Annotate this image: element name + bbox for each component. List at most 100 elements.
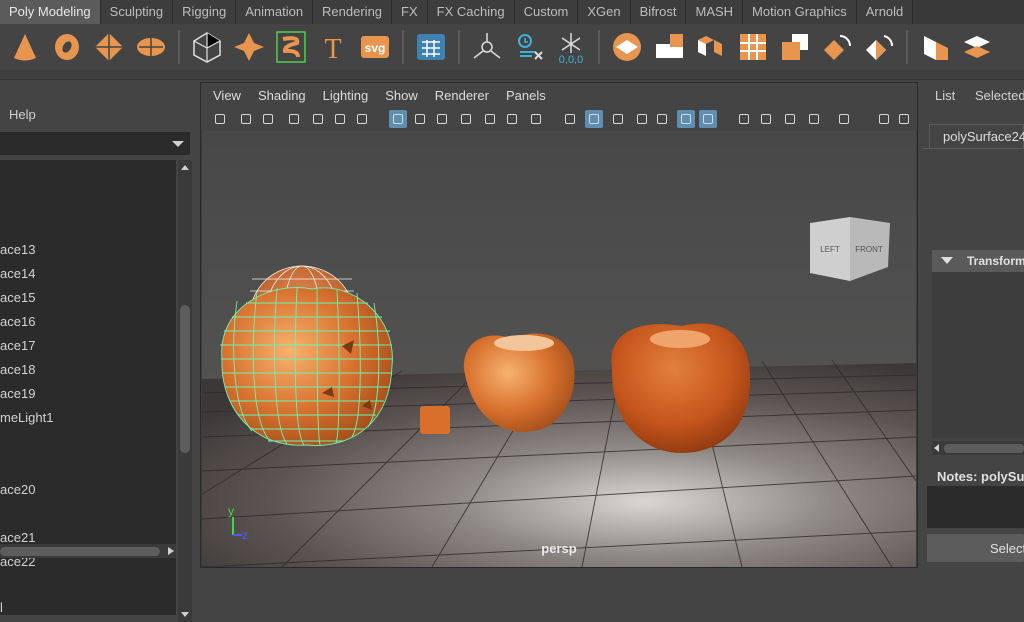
shelf-tab[interactable]: Rigging — [173, 0, 237, 24]
type-text-icon[interactable]: T — [316, 30, 350, 64]
bridge-icon[interactable] — [960, 30, 994, 64]
attr-tab-list[interactable]: List — [935, 88, 955, 103]
viewport-menu-panels[interactable]: Panels — [506, 88, 546, 103]
move-tool-icon[interactable] — [512, 30, 546, 64]
mirror-icon[interactable] — [862, 30, 896, 64]
grease-pencil-icon[interactable] — [353, 110, 371, 128]
outliner-item[interactable]: meLight1 — [0, 408, 53, 428]
shelf-tab[interactable]: Animation — [236, 0, 314, 24]
lighting-icon[interactable] — [677, 110, 695, 128]
shelf-tab[interactable]: Rendering — [313, 0, 393, 24]
image-plane-icon[interactable] — [309, 110, 327, 128]
shelf-tab[interactable]: Motion Graphics — [743, 0, 857, 24]
wireframe-icon[interactable] — [561, 110, 579, 128]
safe-action-icon[interactable] — [503, 110, 521, 128]
disc-icon[interactable] — [134, 30, 168, 64]
scrollbar-thumb[interactable] — [180, 305, 190, 453]
notes-field[interactable] — [927, 486, 1024, 528]
merge-icon[interactable] — [778, 30, 812, 64]
super-shape-icon[interactable] — [274, 30, 308, 64]
field-chart-icon-glyph — [485, 114, 495, 124]
snowflake-icon[interactable]: 0,0,0 — [554, 30, 588, 64]
bevel-icon[interactable] — [918, 30, 952, 64]
safe-title-icon[interactable] — [527, 110, 545, 128]
bookmark-icon[interactable] — [285, 110, 303, 128]
node-tab[interactable]: polySurface24 — [929, 124, 1024, 148]
shelf-tab[interactable]: Sculpting — [100, 0, 174, 24]
smooth-shade-icon[interactable] — [585, 110, 603, 128]
outliner-filter-dropdown[interactable] — [0, 132, 190, 155]
menu-help[interactable]: Help — [9, 107, 36, 122]
outliner-item[interactable]: ace20 — [0, 480, 35, 500]
ambient-occlusion-icon[interactable] — [735, 110, 753, 128]
scrollbar-thumb[interactable] — [0, 547, 160, 556]
depth-of-field-icon[interactable] — [805, 110, 823, 128]
xray-icon[interactable] — [875, 110, 893, 128]
shelf-tab[interactable]: FX Caching — [427, 0, 515, 24]
cone-icon[interactable] — [8, 30, 42, 64]
shelf-tab[interactable]: Bifrost — [630, 0, 687, 24]
shelf-tab[interactable]: FX — [392, 0, 428, 24]
outliner-item[interactable]: ace13 — [0, 240, 35, 260]
viewport-menu-lighting[interactable]: Lighting — [323, 88, 369, 103]
svg-text:0,0,0: 0,0,0 — [559, 54, 583, 64]
viewport-menu-renderer[interactable]: Renderer — [435, 88, 489, 103]
shaded-wireframe-icon[interactable] — [633, 110, 651, 128]
select-button[interactable]: Select — [927, 534, 1024, 562]
shelf-tab[interactable]: Arnold — [856, 0, 914, 24]
outliner-vertical-scrollbar[interactable] — [178, 160, 192, 622]
diamond-icon[interactable] — [92, 30, 126, 64]
smooth-icon[interactable] — [820, 30, 854, 64]
anti-aliasing-icon[interactable] — [781, 110, 799, 128]
textured-icon[interactable] — [653, 110, 671, 128]
viewport-menu-show[interactable]: Show — [385, 88, 418, 103]
select-camera-icon[interactable] — [211, 110, 229, 128]
camera-attributes-icon[interactable] — [259, 110, 277, 128]
safe-action-icon-glyph — [507, 114, 517, 124]
gate-mask-icon[interactable] — [457, 110, 475, 128]
shelf-tab[interactable]: XGen — [578, 0, 631, 24]
outliner-item[interactable]: ace19 — [0, 384, 35, 404]
torus-icon[interactable] — [50, 30, 84, 64]
viewport-menu-shading[interactable]: Shading — [258, 88, 306, 103]
xray-joints-icon[interactable] — [895, 110, 913, 128]
shelf-tab[interactable]: MASH — [686, 0, 744, 24]
pivot-icon[interactable] — [470, 30, 504, 64]
isolate-select-icon[interactable] — [835, 110, 853, 128]
shelf-tab[interactable]: Poly Modeling — [0, 0, 101, 24]
lock-camera-icon[interactable] — [237, 110, 255, 128]
grid-icon[interactable] — [736, 30, 770, 64]
resolution-gate-icon[interactable] — [433, 110, 451, 128]
outliner-item[interactable]: ace16 — [0, 312, 35, 332]
grid-toggle-icon[interactable] — [389, 110, 407, 128]
shadows-icon[interactable] — [699, 110, 717, 128]
outliner-item[interactable]: l — [0, 598, 3, 615]
viewport-canvas[interactable]: LEFT FRONT y z persp — [202, 131, 916, 567]
extract-icon[interactable] — [652, 30, 686, 64]
outliner-item[interactable]: ace18 — [0, 360, 35, 380]
svg-icon[interactable]: svg — [358, 30, 392, 64]
field-chart-icon[interactable] — [481, 110, 499, 128]
transform-section-header[interactable]: Transform — [932, 250, 1024, 272]
attr-tab-selected[interactable]: Selected — [975, 88, 1024, 103]
film-gate-icon[interactable] — [411, 110, 429, 128]
attr-horizontal-scrollbar[interactable] — [932, 441, 1024, 455]
grid-uv-icon[interactable] — [414, 30, 448, 64]
platonic-icon[interactable] — [190, 30, 224, 64]
two-d-pan-icon[interactable] — [331, 110, 349, 128]
scroll-left-arrow-icon[interactable] — [934, 444, 939, 452]
outliner-horizontal-scrollbar[interactable] — [0, 544, 176, 558]
outliner-item[interactable]: ace17 — [0, 336, 35, 356]
use-default-material-icon[interactable] — [609, 110, 627, 128]
motion-blur-icon[interactable] — [757, 110, 775, 128]
shelf-tab[interactable]: Custom — [514, 0, 579, 24]
sweep-mesh-icon[interactable] — [232, 30, 266, 64]
separate-icon[interactable] — [694, 30, 728, 64]
depth-of-field-icon-glyph — [809, 114, 819, 124]
ambient-occlusion-icon-glyph — [739, 114, 749, 124]
scrollbar-thumb[interactable] — [944, 444, 1024, 453]
viewport-menu-view[interactable]: View — [213, 88, 241, 103]
outliner-item[interactable]: ace14 — [0, 264, 35, 284]
outliner-item[interactable]: ace15 — [0, 288, 35, 308]
combine-icon[interactable] — [610, 30, 644, 64]
